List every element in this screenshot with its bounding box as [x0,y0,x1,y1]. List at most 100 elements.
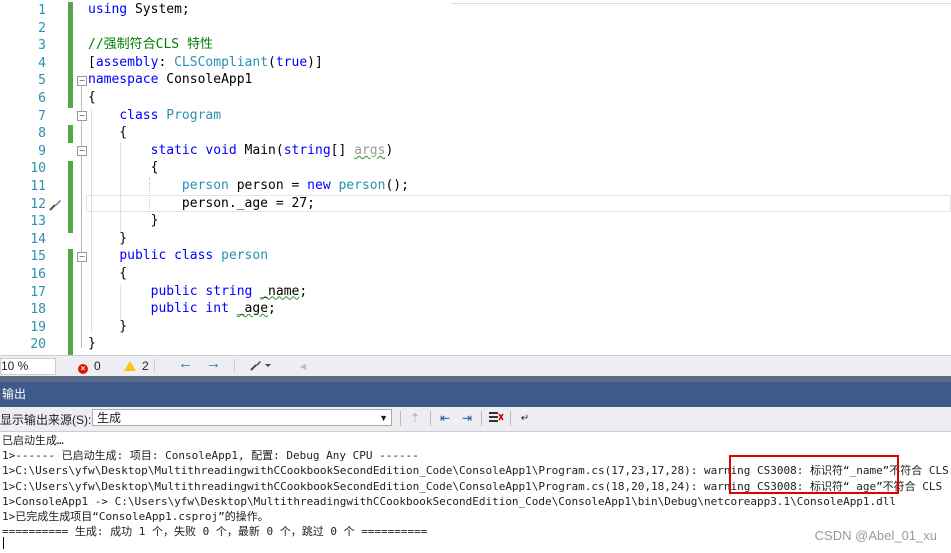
output-line: 1>------ 已启动生成: 项目: ConsoleApp1, 配置: Deb… [2,449,419,463]
line-number: 12 [30,196,46,212]
code-line: person person = new person(); [88,177,409,195]
output-line: 1>已完成生成项目“ConsoleApp1.csproj”的操作。 [2,510,269,523]
code-token: namespace [88,72,159,88]
line-number: 18 [30,302,46,318]
divider [510,411,511,426]
code-token: } [88,213,159,229]
output-source-select[interactable]: 生成 ▼ [92,409,392,426]
output-caret [3,537,4,549]
go-previous-message-icon[interactable]: ⇤ [436,410,454,427]
code-token: person._age = 27; [88,195,315,211]
scroll-left-icon[interactable]: ◂ [300,358,306,374]
code-token: ; [299,283,308,299]
go-next-message-icon[interactable]: ⇥ [458,410,476,427]
code-token: { [88,90,96,105]
fold-line [81,86,82,111]
code-token: //强制符合CLS 特性 [88,37,213,53]
code-line: } [88,230,127,248]
divider [154,359,155,373]
fold-line [81,156,82,252]
code-cleanup-brush-icon[interactable] [250,358,274,374]
output-window-title-bar: 输出 [0,376,951,407]
line-number: 6 [38,91,46,106]
change-marker [68,249,73,355]
code-token: void [205,142,237,158]
warning-count-value: 2 [142,359,149,373]
highlight-annotation-box [729,455,899,494]
quick-actions-brush-icon[interactable] [48,198,62,212]
line-number: 14 [30,231,46,247]
code-token: public [150,283,198,299]
line-number: 8 [38,126,46,142]
change-marker [68,125,73,143]
code-token: } [88,336,96,352]
code-line: } [88,212,159,230]
code-token: ConsoleApp1 [158,72,253,88]
line-number: 7 [38,108,46,124]
code-token: string [283,142,331,158]
code-line: static void Main(string[] args) [88,142,394,160]
code-token: public [150,301,198,317]
zoom-level[interactable]: 10 % [0,358,56,375]
line-number: 13 [30,214,46,230]
line-number: 17 [30,284,46,300]
fold-toggle-method-main[interactable]: − [77,146,87,156]
clear-all-icon[interactable] [487,410,505,427]
code-line: } [88,335,96,353]
code-token: { [88,160,159,176]
code-token: ; [268,301,276,317]
output-line: ========== 生成: 成功 1 个，失败 0 个，最新 0 个，跳过 0… [2,525,428,539]
fold-toggle-namespace[interactable]: − [77,76,87,86]
code-token: assembly [95,54,159,70]
code-token: using [88,2,128,17]
editor-status-bar: 10 % × 0 2 ← → ◂ [0,355,951,376]
line-number: 3 [38,38,46,54]
toggle-word-wrap-icon[interactable]: ↵ [516,410,534,427]
code-token: [] [330,142,355,158]
code-line: { [88,89,96,107]
code-token: person [338,178,386,193]
code-token: } [88,230,128,246]
code-token: true [275,54,308,70]
code-token: System; [127,2,190,17]
code-token: [ [88,54,96,70]
code-line: person._age = 27; [88,195,315,213]
code-token: static [150,142,198,158]
code-line: } [88,318,127,336]
fold-toggle-class-program[interactable]: − [77,111,87,121]
error-count[interactable]: × 0 [78,358,101,374]
find-message-icon[interactable]: ⇡ [406,410,424,427]
line-number: 19 [30,319,46,335]
navigate-forward-icon[interactable]: → [206,356,221,372]
change-marker [68,161,73,233]
output-toolbar: 显示输出来源(S): 生成 ▼ ⇡ ⇤ ⇥ ↵ [0,407,951,432]
change-marker [68,2,73,108]
line-number: 16 [30,267,46,282]
warning-count[interactable]: 2 [124,358,149,374]
code-token: Main( [236,142,284,158]
fold-toggle-class-person[interactable]: − [77,252,87,262]
code-line: public class person [88,247,268,265]
line-number: 2 [38,20,46,36]
output-source-value: 生成 [97,411,122,425]
divider [481,411,482,426]
code-editor[interactable]: − − − − 1 2 3 4 5 6 7 8 9 10 11 12 13 14 15 16 17 18 19 20 … [0,0,951,355]
watermark: CSDN @Abel_01_xu [814,528,937,543]
code-token: int [205,301,229,317]
warning-icon [124,361,136,371]
code-line: namespace ConsoleApp1 [88,71,252,89]
divider [400,411,401,426]
code-line: { [88,124,127,142]
navigate-back-icon[interactable]: ← [178,356,193,372]
code-line: //强制符合CLS 特性 [88,36,213,54]
code-token: (); [385,178,409,193]
output-line: 1>ConsoleApp1 -> C:\Users\yfw\Desktop\Mu… [2,494,897,508]
code-token: args [354,142,386,158]
error-icon: × [78,364,88,374]
